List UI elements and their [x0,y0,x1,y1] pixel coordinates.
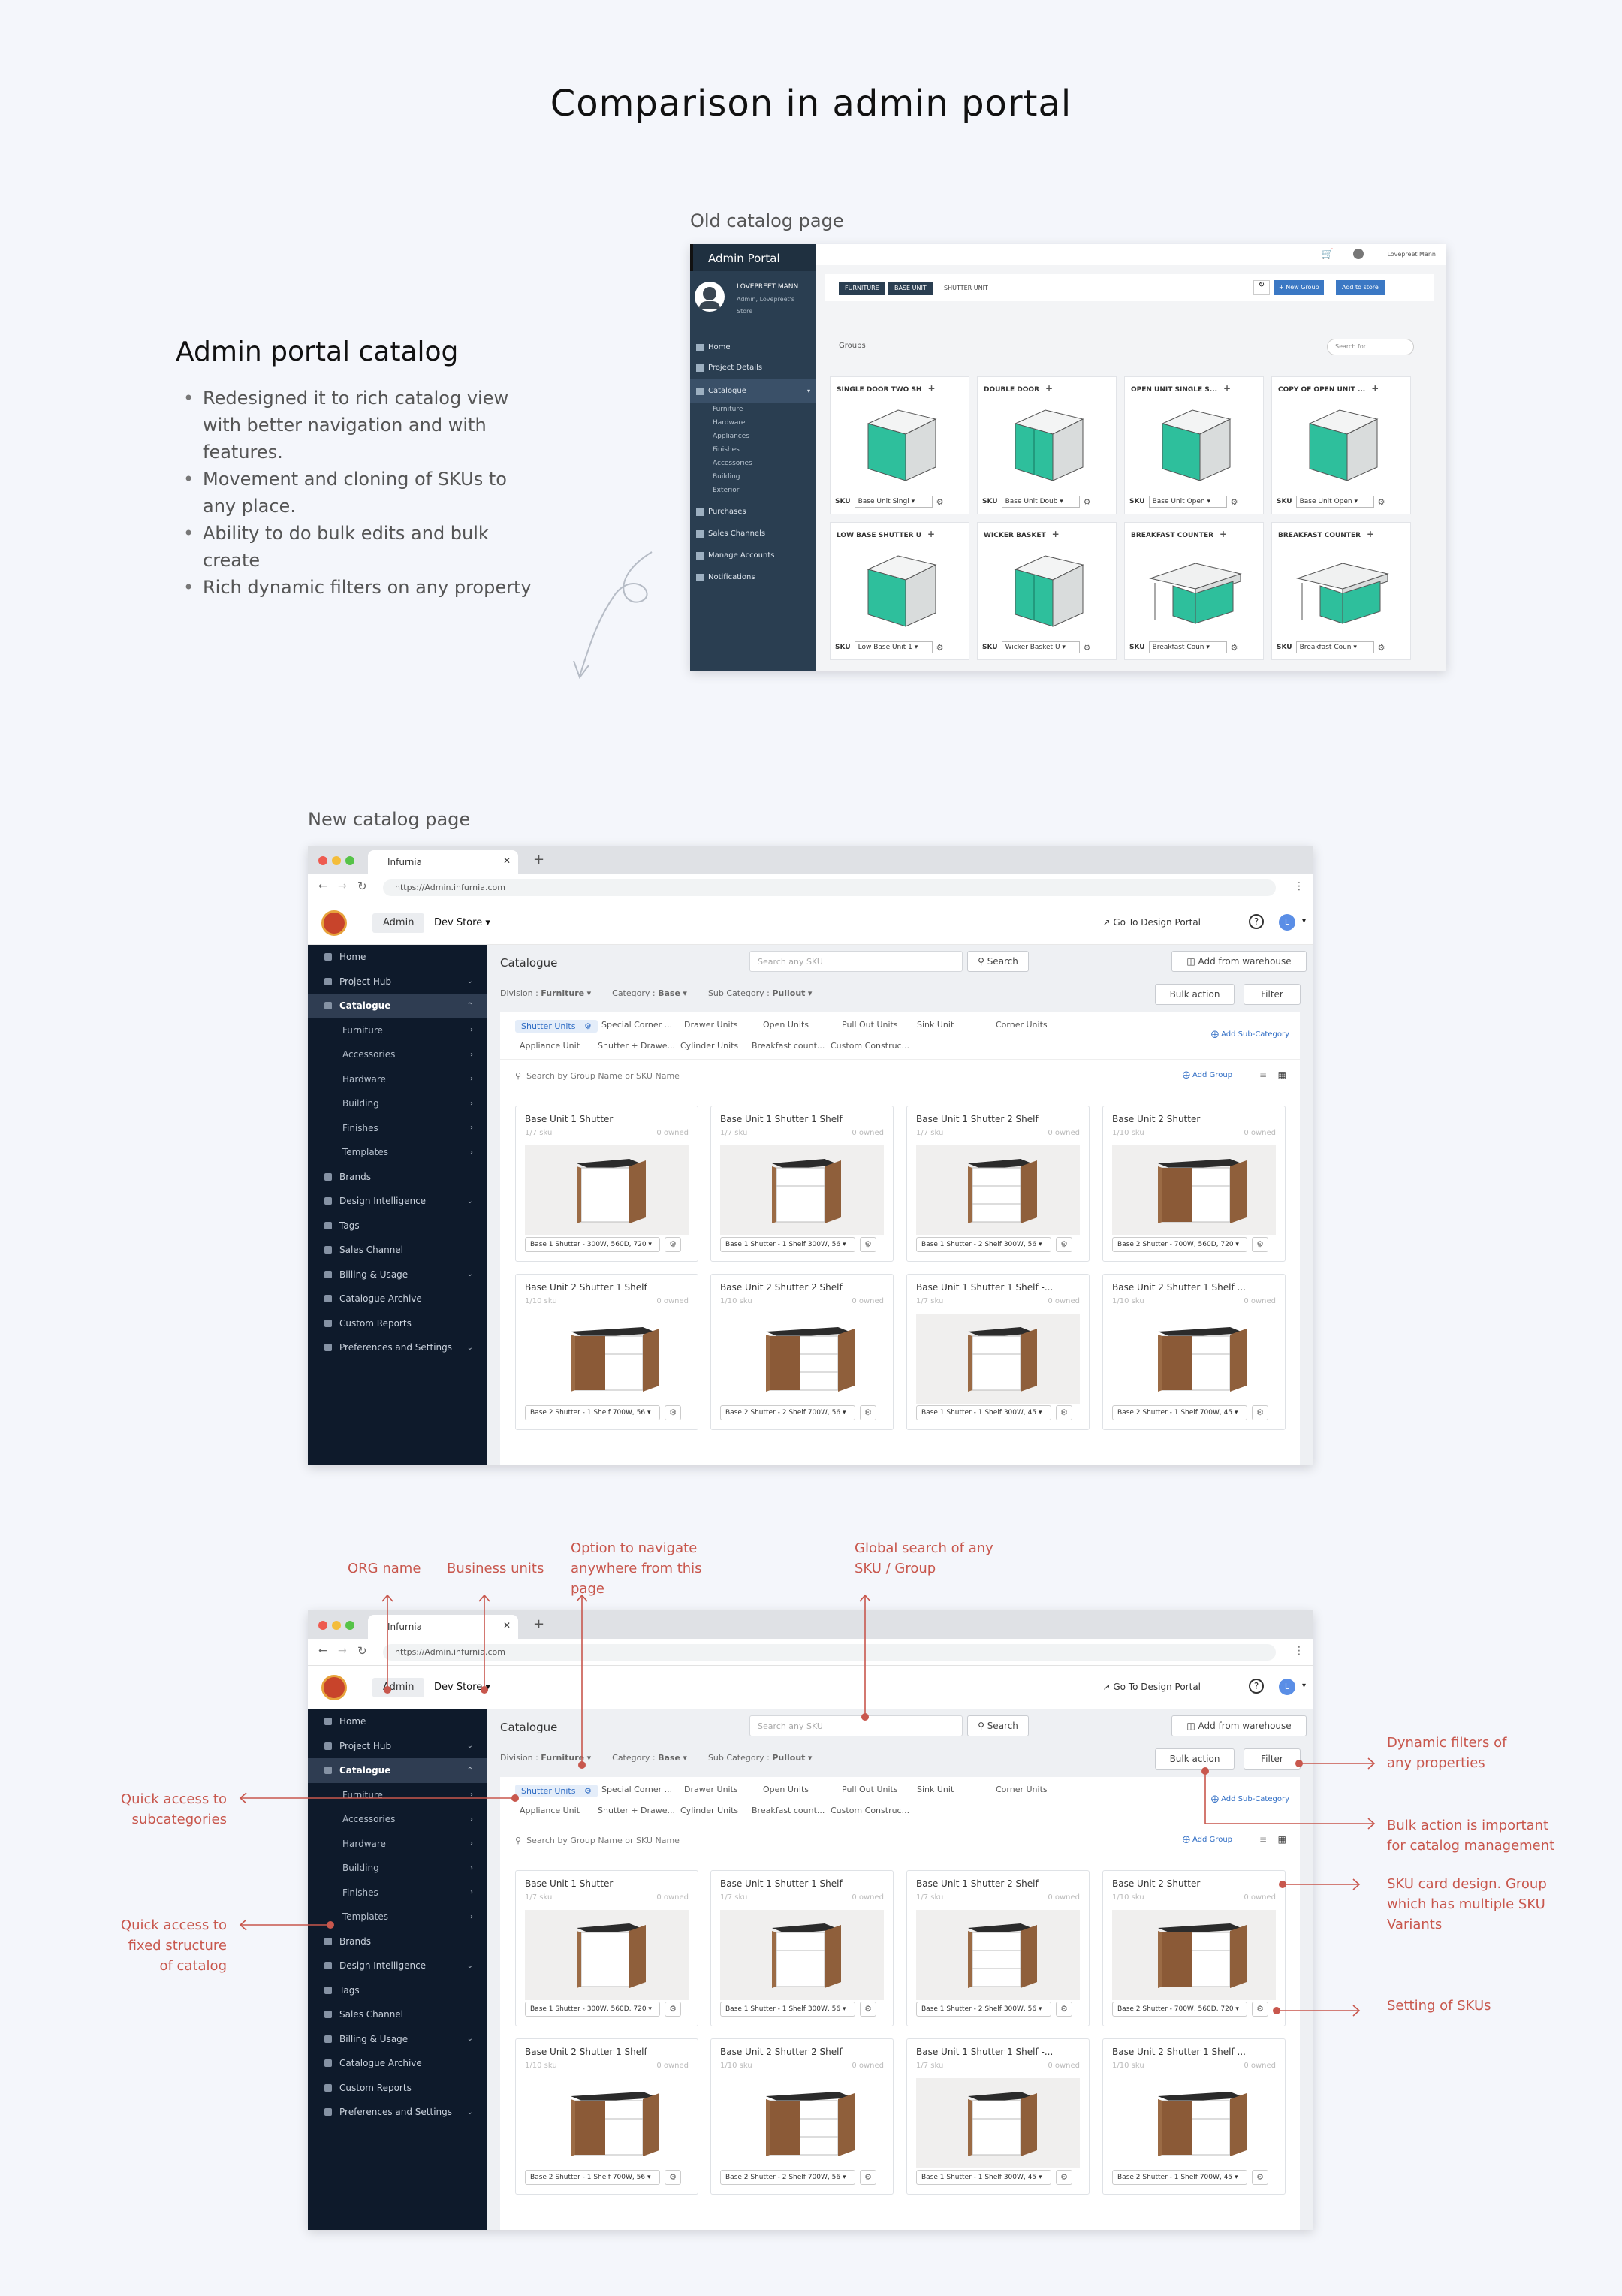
annotation-quick-fixed-structure: Quick access to fixed structure of catal… [120,1917,227,1974]
annotation-global-search: Global search of any SKU / Group [855,1540,993,1576]
annotation-business-units: Business units [447,1561,544,1576]
annotation-navigate: Option to navigate anywhere from this pa… [571,1540,702,1597]
annotation-org-name: ORG name [348,1561,421,1576]
annotation-sku-card: SKU card design. Group which has multipl… [1387,1876,1547,1932]
annotation-quick-subcategories: Quick access to subcategories [120,1791,227,1827]
annotation-dynamic-filters: Dynamic filters of any properties [1387,1735,1507,1771]
annotation-sku-setting: Setting of SKUs [1387,1998,1491,2014]
annotation-bulk-action: Bulk action is important for catalog man… [1387,1818,1555,1854]
annotation-lines [239,1594,1376,2017]
